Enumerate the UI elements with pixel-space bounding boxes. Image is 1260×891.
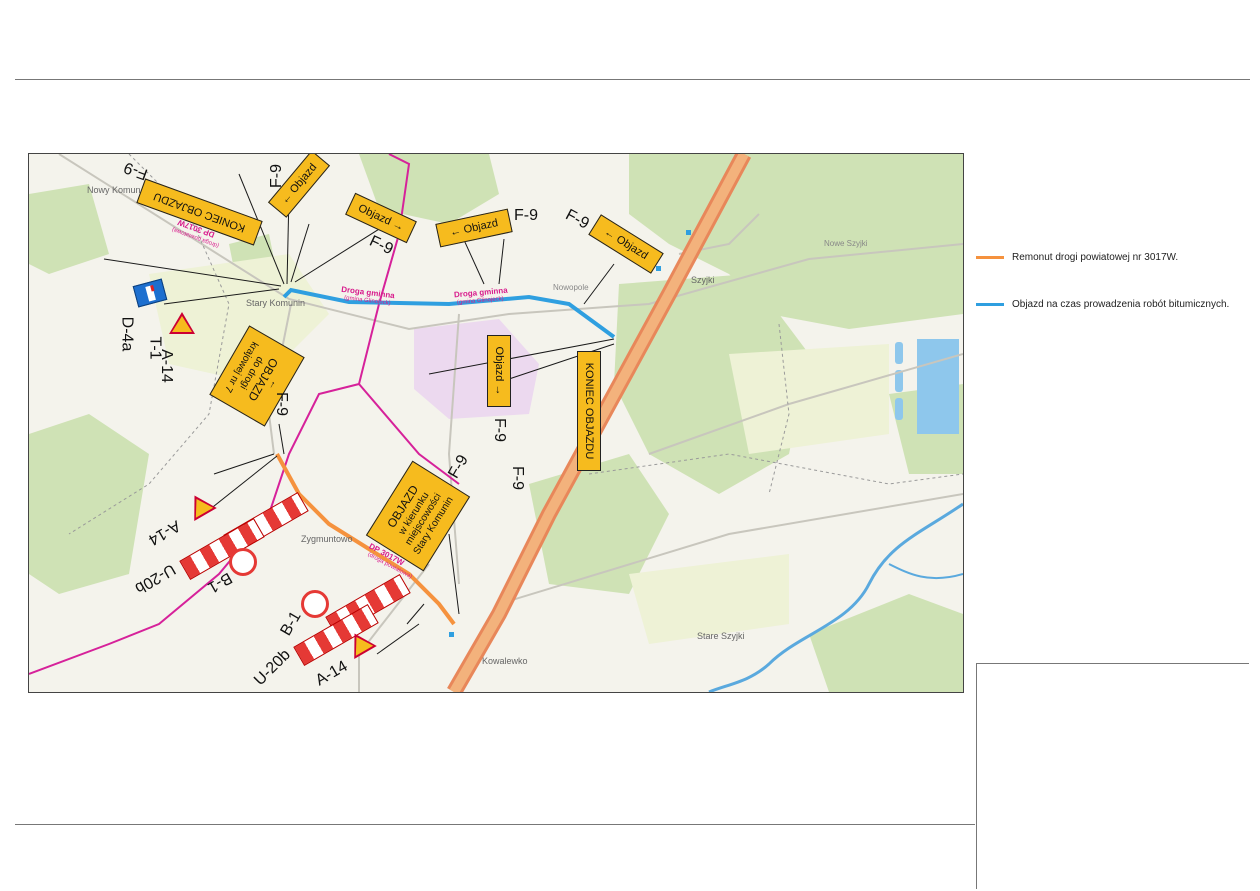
title-block-frame [976,663,1249,889]
sign-pointer-lines [103,173,615,655]
place-kowalewko: Kowalewko [482,656,528,666]
place-stare-szyjki: Stare Szyjki [697,631,745,641]
arrow-left-icon: ← [448,224,463,239]
code-d4a: D-4a [118,316,136,352]
code-a14-nw: A-14 [157,349,175,383]
place-nowy-komunin: Nowy Komun [87,185,141,195]
sign-objazd-vertical-mid: Objazd → [487,335,511,407]
water-reservoir [917,339,959,434]
industrial-area [414,319,539,419]
arrow-right-icon: → [493,384,506,396]
map[interactable]: Nowy Komun Stary Komunin Nowe Szyjki Szy… [28,153,964,693]
code-f9-vertical-mid: F-9 [491,418,508,442]
sign-objazd-center-top-text: Objazd [462,216,500,236]
b1-no-entry-icon [229,548,257,576]
legend-label-repair: Remonut drogi powiatowej nr 3017W. [1012,252,1179,263]
arrow-right-icon: → [390,217,406,234]
legend-swatch-repair [976,256,1004,259]
a14-roadwork-icon [169,312,195,334]
sign-objazd-vertical-mid-text: Objazd [493,346,506,382]
code-f9-center-top: F-9 [514,207,538,224]
legend-label-detour: Objazd na czas prowadzenia robót bitumic… [1012,299,1230,310]
place-stary-komunin: Stary Komunin [246,298,306,308]
sign-koniec-objazdu-vertical: KONIEC OBJAZDU [577,351,601,471]
place-zygmuntowo: Zygmuntowo [301,534,353,544]
code-f9-top-vertical: F-9 [268,164,285,188]
place-nowopole: Nowopole [553,283,589,292]
legend-swatch-detour [976,303,1004,306]
top-rule [15,79,1250,80]
code-f9-koniec-vertical: F-9 [509,466,526,490]
b1-no-entry-icon [301,590,329,618]
code-f9-dk7: F-9 [273,392,290,416]
sign-koniec-objazdu-vertical-text: KONIEC OBJAZDU [583,362,596,460]
place-szyjki: Szyjki [691,275,715,285]
place-nowe-szyjki: Nowe Szyjki [824,239,868,248]
bottom-rule [15,824,975,825]
